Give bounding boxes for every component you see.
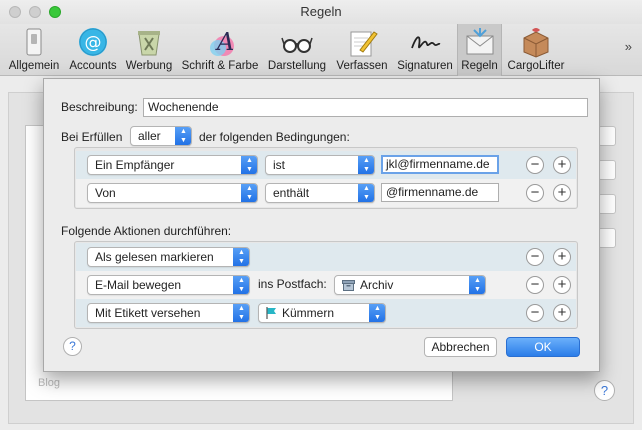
condition-operator-select[interactable]: enthält ▲ ▼ (265, 183, 375, 203)
tab-werbung[interactable]: Werbung (122, 24, 176, 76)
chevron-updown-icon: ▲ ▼ (358, 184, 374, 202)
chevron-updown-icon: ▲ ▼ (369, 304, 385, 322)
chevron-updown-icon: ▲ ▼ (233, 276, 249, 294)
add-action-button[interactable]: + (553, 248, 571, 266)
minimize-window-button[interactable] (29, 6, 41, 18)
glasses-icon (281, 26, 313, 58)
remove-condition-button[interactable]: − (526, 156, 544, 174)
if-suffix-label: der folgenden Bedingungen: (199, 130, 350, 144)
condition-value-field[interactable]: jkl@firmenname.de (381, 155, 499, 174)
title-bar: Regeln (0, 0, 642, 24)
rules-side-button[interactable] (598, 194, 616, 214)
chevron-updown-icon: ▲ ▼ (241, 156, 257, 174)
remove-condition-button[interactable]: − (526, 184, 544, 202)
condition-field-select[interactable]: Von ▲ ▼ (87, 183, 258, 203)
condition-field-select[interactable]: Ein Empfänger ▲ ▼ (87, 155, 258, 175)
help-button[interactable]: ? (63, 337, 82, 356)
add-action-button[interactable]: + (553, 276, 571, 294)
condition-field-value: Von (95, 186, 116, 200)
package-icon (520, 26, 552, 58)
svg-text:@: @ (85, 33, 102, 53)
archive-box-icon (342, 280, 355, 291)
add-condition-button[interactable]: + (553, 184, 571, 202)
font-color-icon: A (204, 26, 236, 58)
action-select[interactable]: E-Mail bewegen ▲ ▼ (87, 275, 250, 295)
action-value: E-Mail bewegen (95, 278, 182, 292)
chevron-updown-icon: ▲ ▼ (241, 184, 257, 202)
condition-row: Ein Empfänger ▲ ▼ ist ▲ ▼ jkl@firmenname.d… (76, 151, 576, 179)
action-select[interactable]: Mit Etikett versehen ▲ ▼ (87, 303, 250, 323)
condition-value-field[interactable]: @firmenname.de (381, 183, 499, 202)
tab-verfassen[interactable]: Verfassen (333, 24, 391, 76)
description-field[interactable]: Wochenende (143, 98, 588, 117)
condition-operator-value: ist (273, 158, 285, 172)
flag-value: Kümmern (282, 306, 335, 320)
match-mode-select[interactable]: aller ▲ ▼ (130, 126, 192, 146)
at-sign-icon: @ (77, 26, 109, 58)
rules-side-button[interactable] (598, 228, 616, 248)
remove-action-button[interactable]: − (526, 304, 544, 322)
condition-operator-value: enthält (273, 186, 310, 200)
target-mailbox-select[interactable]: Archiv ▲ ▼ (334, 275, 486, 295)
switch-icon (18, 26, 50, 58)
background-help-button[interactable]: ? (594, 380, 615, 401)
add-action-button[interactable]: + (553, 304, 571, 322)
rule-editor-sheet: Beschreibung: Wochenende Bei Erfüllen al… (43, 78, 600, 372)
rules-envelope-icon (464, 26, 496, 58)
remove-action-button[interactable]: − (526, 276, 544, 294)
cancel-button[interactable]: Abbrechen (424, 337, 497, 357)
actions-group: Als gelesen markieren ▲ ▼ − + E-Mail bewe… (74, 241, 578, 329)
flag-select[interactable]: Kümmern ▲ ▼ (258, 303, 386, 323)
rules-list-item[interactable]: Blog (38, 377, 60, 389)
ok-button[interactable]: OK (506, 337, 580, 357)
preferences-toolbar: Allgemein @ Accounts Werbung A Schrift &… (0, 24, 642, 76)
action-select[interactable]: Als gelesen markieren ▲ ▼ (87, 247, 250, 267)
target-mailbox-label: ins Postfach: (258, 277, 327, 291)
if-label: Bei Erfüllen (61, 130, 123, 144)
tab-signaturen[interactable]: Signaturen (394, 24, 456, 76)
condition-field-value: Ein Empfänger (95, 158, 175, 172)
remove-action-button[interactable]: − (526, 248, 544, 266)
condition-operator-select[interactable]: ist ▲ ▼ (265, 155, 375, 175)
toolbar-overflow-button[interactable]: » (625, 39, 632, 54)
svg-text:A: A (215, 28, 234, 56)
junk-bin-icon (133, 26, 165, 58)
description-label: Beschreibung: (61, 100, 138, 114)
target-mailbox-value: Archiv (360, 278, 394, 292)
zoom-window-button[interactable] (49, 6, 61, 18)
chevron-updown-icon: ▲ ▼ (233, 248, 249, 266)
action-row: Als gelesen markieren ▲ ▼ − + (76, 243, 576, 271)
condition-row: Von ▲ ▼ enthält ▲ ▼ @firmenname.de − + (76, 179, 576, 207)
tab-accounts[interactable]: @ Accounts (66, 24, 120, 76)
close-window-button[interactable] (9, 6, 21, 18)
tab-schrift-farbe[interactable]: A Schrift & Farbe (178, 24, 262, 76)
action-value: Als gelesen markieren (95, 250, 214, 264)
action-value: Mit Etikett versehen (95, 306, 201, 320)
tab-allgemein[interactable]: Allgemein (4, 24, 64, 76)
chevron-updown-icon: ▲ ▼ (358, 156, 374, 174)
tab-regeln[interactable]: Regeln (457, 24, 502, 76)
chevron-updown-icon: ▲ ▼ (175, 127, 191, 145)
add-condition-button[interactable]: + (553, 156, 571, 174)
tab-darstellung[interactable]: Darstellung (265, 24, 329, 76)
tab-cargolifter[interactable]: CargoLifter (504, 24, 568, 76)
chevron-updown-icon: ▲ ▼ (233, 304, 249, 322)
signature-icon (409, 26, 441, 58)
match-mode-value: aller (138, 129, 161, 143)
rules-side-button[interactable] (598, 160, 616, 180)
compose-pencil-icon (346, 26, 378, 58)
conditions-group: Ein Empfänger ▲ ▼ ist ▲ ▼ jkl@firmenname.d… (74, 147, 578, 209)
flag-icon (266, 307, 276, 319)
action-row: Mit Etikett versehen ▲ ▼ Kümmern ▲ ▼ − + (76, 299, 576, 327)
rules-side-button[interactable] (598, 126, 616, 146)
actions-label: Folgende Aktionen durchführen: (61, 224, 232, 238)
chevron-updown-icon: ▲ ▼ (469, 276, 485, 294)
action-row: E-Mail bewegen ▲ ▼ ins Postfach: Archiv ▲… (76, 271, 576, 299)
window-title: Regeln (300, 4, 342, 19)
